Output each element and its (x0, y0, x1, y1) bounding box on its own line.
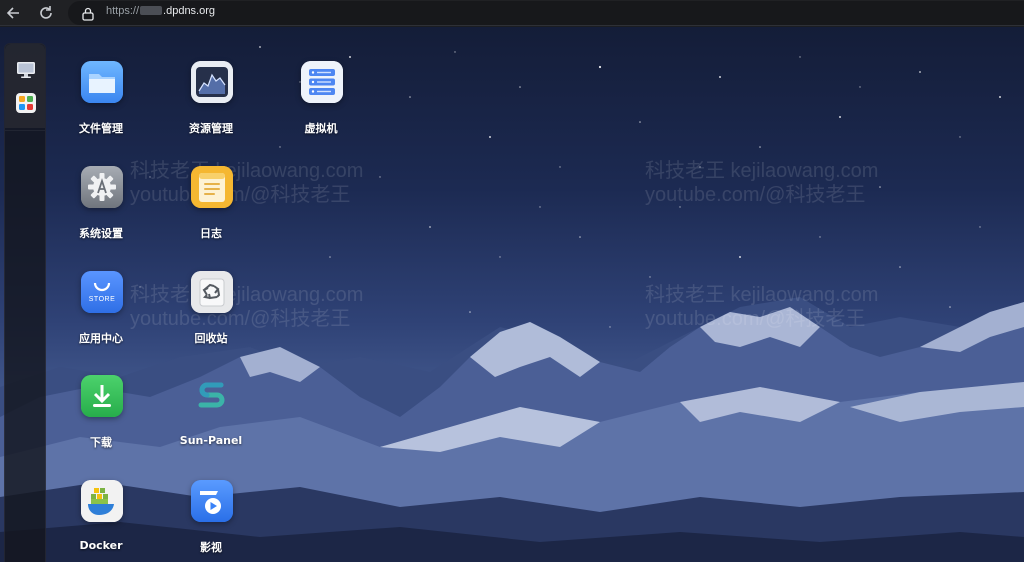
url-redacted (140, 6, 163, 15)
monitor-icon[interactable] (15, 59, 37, 81)
app-label: 日志 (200, 227, 222, 240)
app-label: 系统设置 (79, 227, 123, 240)
app-log[interactable]: 日志 (161, 166, 261, 246)
watermark-right-2: 科技老王 kejilaowang.com youtube.com/@科技老王 (645, 283, 878, 331)
folder-icon (81, 61, 123, 103)
watermark-line2: youtube.com/@科技老王 (645, 308, 866, 330)
reload-icon[interactable] (36, 3, 56, 23)
app-label: 资源管理 (189, 122, 233, 135)
app-label: Docker (79, 539, 123, 552)
app-recycle-bin[interactable]: 回收站 (161, 271, 261, 351)
server-icon (301, 61, 343, 103)
desktop: 科技老王 kejilaowang.com youtube.com/@科技老王 科技… (0, 27, 1024, 562)
app-file-manager[interactable]: 文件管理 (51, 61, 151, 141)
watermark-right: 科技老王 kejilaowang.com youtube.com/@科技老王 (645, 159, 878, 207)
sun-panel-icon (191, 375, 233, 417)
video-icon (191, 480, 233, 522)
app-video[interactable]: 影视 (161, 480, 261, 560)
app-grid-icon[interactable] (15, 92, 37, 114)
app-virtual-machine[interactable]: 虚拟机 (271, 61, 371, 141)
app-resource-manager[interactable]: 资源管理 (161, 61, 261, 141)
app-label: 虚拟机 (304, 122, 338, 135)
recycle-icon (191, 271, 233, 313)
app-label: Sun-Panel (179, 434, 243, 447)
app-sun-panel[interactable]: Sun-Panel (161, 375, 261, 455)
app-label: 影视 (200, 541, 222, 554)
app-download[interactable]: 下载 (51, 375, 151, 455)
watermark-line1: 科技老王 kejilaowang.com (645, 284, 879, 306)
app-app-center[interactable]: STORE 应用中心 (51, 271, 151, 351)
chart-icon (191, 61, 233, 103)
url-host: .dpdns.org (163, 5, 216, 17)
app-label: 应用中心 (79, 332, 123, 345)
app-label: 文件管理 (79, 122, 123, 135)
lock-icon (82, 6, 94, 21)
store-badge-text: STORE (88, 296, 116, 303)
store-icon: STORE (81, 271, 123, 313)
app-label: 下载 (90, 436, 112, 449)
download-icon (81, 375, 123, 417)
address-bar[interactable]: https:// .dpdns.org (68, 1, 1024, 25)
gear-icon (81, 166, 123, 208)
app-system-settings[interactable]: 系统设置 (51, 166, 151, 246)
app-label: 回收站 (194, 332, 228, 345)
dock-divider (5, 130, 45, 131)
dock-top-section (5, 44, 45, 128)
back-arrow-icon[interactable] (4, 3, 24, 23)
left-dock (4, 43, 46, 562)
url-scheme: https:// (106, 5, 140, 17)
watermark-line2: youtube.com/@科技老王 (645, 184, 866, 206)
watermark-line1: 科技老王 kejilaowang.com (645, 160, 879, 182)
docker-icon (81, 480, 123, 522)
notepad-icon (191, 166, 233, 208)
app-docker[interactable]: Docker (51, 480, 151, 560)
url-text: https:// .dpdns.org (106, 5, 215, 17)
browser-toolbar: https:// .dpdns.org (0, 0, 1024, 26)
